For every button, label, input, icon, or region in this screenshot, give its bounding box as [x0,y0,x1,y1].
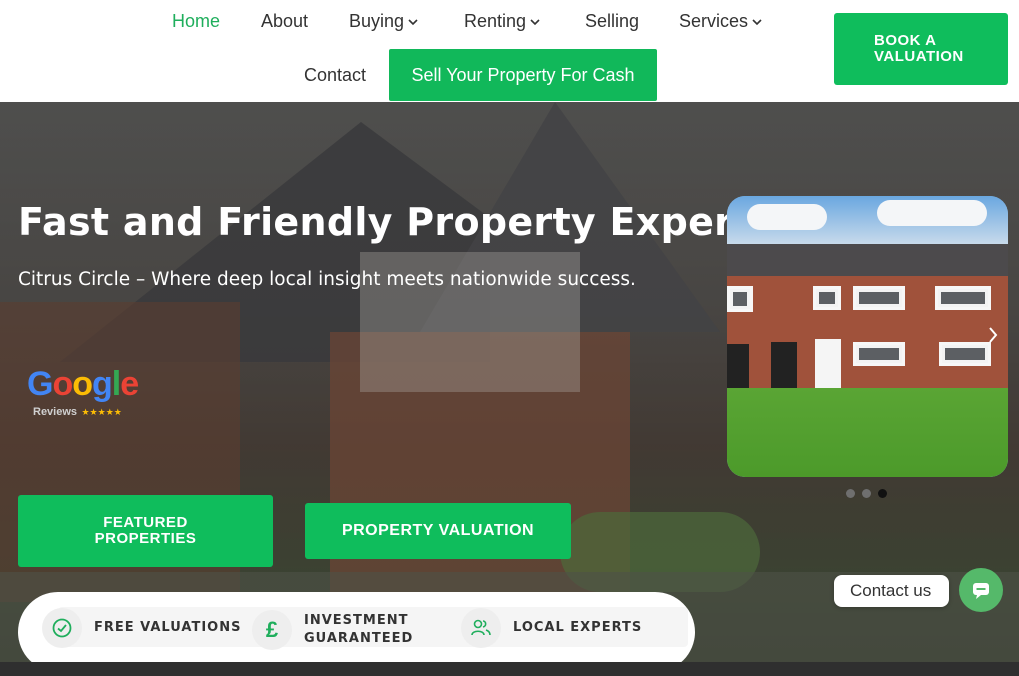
google-reviews-badge[interactable]: Google Reviews ★★★★★ [27,365,139,420]
slide-window [727,286,753,312]
site-header: Home About Buying Renting Selling Servic… [0,0,1019,102]
star-rating-icon: ★★★★★ [81,407,122,417]
slide-door [771,342,797,388]
chat-icon [973,583,989,599]
book-valuation-line1: BOOK A [874,32,937,49]
google-logo: Google [27,365,139,403]
google-letter: l [111,365,122,403]
slide-window [935,286,991,310]
slide-window [853,342,905,366]
slide-door [727,344,749,388]
feature-label: FREE VALUATIONS [94,620,242,635]
slide-window [813,286,841,310]
slide-roof [727,244,1008,278]
slide-door [815,339,841,389]
hero-section: Fast and Friendly Property Experts Citru… [0,102,1019,676]
featured-properties-line1: FEATURED [103,514,188,531]
property-valuation-button[interactable]: PROPERTY VALUATION [305,503,571,559]
nav-selling-label: Selling [585,11,640,31]
chevron-right-icon[interactable] [988,326,998,344]
slider-dot[interactable] [846,489,855,498]
slider-pagination [846,489,887,498]
nav-contact[interactable]: Contact [304,65,366,86]
bottom-strip [0,662,1019,676]
hero-subtitle: Citrus Circle – Where deep local insight… [18,269,636,290]
pound-icon: £ [252,610,292,650]
feature-label-line2: GUARANTEED [304,631,414,646]
property-slide[interactable] [727,196,1008,477]
slide-window [939,342,991,366]
slider-dot[interactable] [862,489,871,498]
nav-buying-label: Buying [349,11,405,31]
sell-for-cash-label: Sell Your Property For Cash [411,64,635,85]
slide-cloud [747,204,827,230]
featured-properties-line2: PROPERTIES [94,530,197,547]
features-bar: FREE VALUATIONS £ INVESTMENT GUARANTEED … [18,592,695,672]
check-circle-icon [42,608,82,648]
slide-cloud [877,200,987,226]
nav-home[interactable]: Home [172,11,220,32]
nav-services-label: Services [679,11,749,31]
users-icon [461,608,501,648]
nav-home-label: Home [172,11,221,31]
hero-title: Fast and Friendly Property Experts [18,200,775,244]
featured-properties-button[interactable]: FEATURED PROPERTIES [18,495,273,567]
sell-for-cash-button[interactable]: Sell Your Property For Cash [389,49,657,101]
google-letter: e [120,365,139,403]
chevron-down-icon [408,18,418,25]
google-letter: o [52,365,73,403]
google-reviews-label: Reviews [33,406,78,418]
nav-selling[interactable]: Selling [585,11,639,32]
nav-renting[interactable]: Renting [464,11,540,32]
nav-services[interactable]: Services [679,11,762,32]
feature-free-valuations: FREE VALUATIONS [42,608,241,648]
chevron-down-icon [530,18,540,25]
google-letter: g [92,365,113,403]
nav-buying[interactable]: Buying [349,11,418,32]
nav-renting-label: Renting [464,11,527,31]
chevron-down-icon [752,18,762,25]
book-valuation-button[interactable]: BOOK A VALUATION [834,13,1008,85]
feature-label: LOCAL EXPERTS [513,620,643,635]
book-valuation-line2: VALUATION [874,48,964,65]
google-letter: o [72,365,93,403]
contact-us-label[interactable]: Contact us [834,575,950,607]
nav-contact-label: Contact [304,65,367,85]
google-letter: G [27,365,53,403]
feature-local-experts: LOCAL EXPERTS [461,608,642,648]
slide-window [853,286,905,310]
slider-dot-active[interactable] [878,489,887,498]
nav-about[interactable]: About [261,11,308,32]
feature-label-line1: INVESTMENT [304,613,409,628]
chat-button[interactable] [959,568,1003,612]
nav-about-label: About [261,11,309,31]
slide-lawn [727,388,1008,477]
feature-label: INVESTMENT GUARANTEED [304,612,413,648]
feature-investment-guaranteed: £ INVESTMENT GUARANTEED [252,610,413,650]
